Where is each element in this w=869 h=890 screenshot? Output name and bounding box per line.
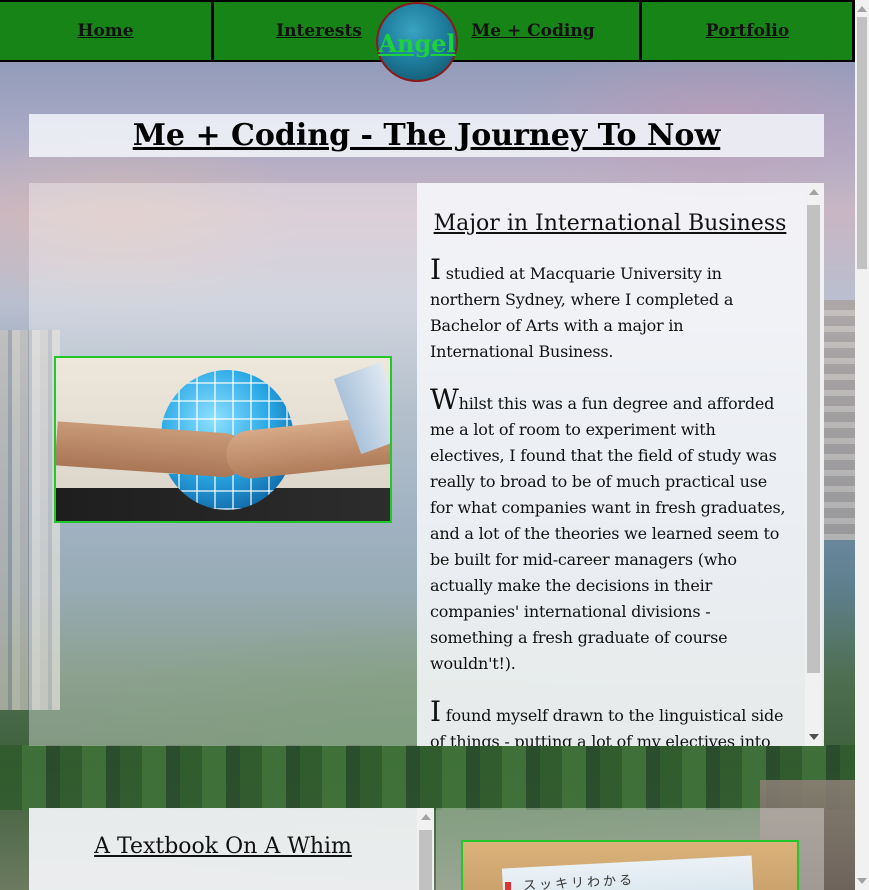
scrollbar-thumb[interactable]	[807, 205, 820, 673]
paragraph: I found myself drawn to the linguistical…	[430, 698, 790, 747]
drop-cap: I	[430, 253, 441, 286]
nav-link-me-coding[interactable]: Me + Coding	[471, 21, 594, 41]
nav-item-portfolio[interactable]: Portfolio	[642, 2, 853, 60]
scroll-up-arrow-icon[interactable]	[857, 6, 867, 12]
section-textbook: A Textbook On A Whim スッキリわかる	[29, 808, 824, 890]
scrollbar-thumb[interactable]	[857, 17, 867, 269]
scroll-down-arrow-icon[interactable]	[857, 878, 867, 884]
paragraph-text: hilst this was a fun degree and afforded…	[430, 394, 786, 673]
nav-link-portfolio[interactable]: Portfolio	[706, 21, 789, 41]
section-scrollbar[interactable]	[417, 808, 434, 890]
section-scrollbar[interactable]	[805, 183, 822, 746]
section-text: Major in International Business I studie…	[430, 183, 790, 746]
handshake-globe-image	[54, 356, 392, 523]
page-scrollbar[interactable]	[855, 0, 869, 890]
nav-item-me-coding[interactable]: Me + Coding	[427, 2, 639, 60]
section-image-panel: スッキリわかる	[436, 808, 824, 890]
section-text-panel[interactable]: A Textbook On A Whim	[29, 808, 417, 890]
logo-text: Angel	[378, 29, 456, 58]
scroll-down-arrow-icon[interactable]	[809, 734, 819, 740]
nav-item-home[interactable]: Home	[0, 2, 211, 60]
section-text-panel[interactable]: Major in International Business I studie…	[417, 183, 824, 746]
background-buildings-right	[824, 300, 855, 540]
section-international-business: Major in International Business I studie…	[29, 183, 824, 746]
book-stripe	[505, 882, 511, 890]
nav-link-home[interactable]: Home	[77, 21, 133, 41]
scroll-up-arrow-icon[interactable]	[421, 814, 431, 820]
paragraph-text: found myself drawn to the linguistical s…	[430, 706, 784, 746]
scroll-up-arrow-icon[interactable]	[809, 189, 819, 195]
paragraph: Whilst this was a fun degree and afforde…	[430, 386, 790, 677]
background-trees	[0, 745, 855, 810]
section-image-panel	[29, 183, 417, 746]
drop-cap: W	[430, 383, 459, 416]
scrollbar-thumb[interactable]	[419, 830, 432, 890]
section-heading: A Textbook On A Whim	[94, 834, 352, 859]
page-title: Me + Coding - The Journey To Now	[132, 118, 721, 153]
textbook-image: スッキリわかる	[461, 840, 799, 890]
site-logo[interactable]: Angel	[376, 2, 458, 82]
paragraph: I studied at Macquarie University in nor…	[430, 256, 790, 365]
nav-link-interests[interactable]: Interests	[276, 21, 362, 41]
page-title-bar: Me + Coding - The Journey To Now	[29, 114, 824, 157]
section-heading: Major in International Business	[433, 211, 787, 236]
paragraph-text: studied at Macquarie University in north…	[430, 264, 734, 361]
drop-cap: I	[430, 695, 441, 728]
